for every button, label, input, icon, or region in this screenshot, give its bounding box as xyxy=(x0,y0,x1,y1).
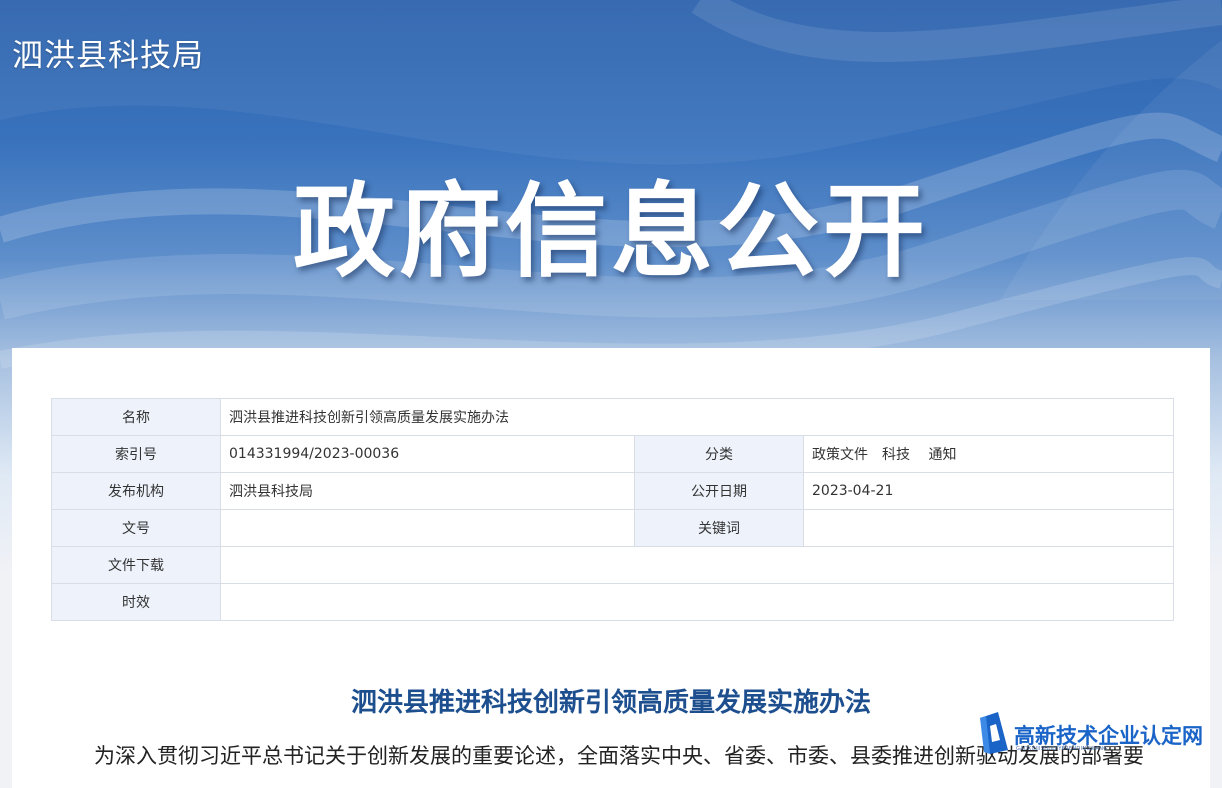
date-value: 2023-04-21 xyxy=(803,472,1174,510)
table-row: 文号 关键词 xyxy=(51,509,1174,547)
publisher-label: 发布机构 xyxy=(51,472,221,510)
watermark-subtext: GAOXINJISHUQIYERENDINGWANG xyxy=(1016,746,1108,752)
index-value: 014331994/2023-00036 xyxy=(220,435,635,473)
category-value: 政策文件 科技 通知 xyxy=(803,435,1174,473)
table-row: 索引号 014331994/2023-00036 分类 政策文件 科技 通知 xyxy=(51,435,1174,473)
date-label: 公开日期 xyxy=(634,472,804,510)
docno-value xyxy=(220,509,635,547)
download-label: 文件下载 xyxy=(51,546,221,584)
name-label: 名称 xyxy=(51,398,221,436)
site-name[interactable]: 泗洪县科技局 xyxy=(12,30,204,75)
keywords-value xyxy=(803,509,1174,547)
docno-label: 文号 xyxy=(51,509,221,547)
publisher-value: 泗洪县科技局 xyxy=(220,472,635,510)
index-label: 索引号 xyxy=(51,435,221,473)
site-watermark: 高新技术企业认定网 GAOXINJISHUQIYERENDINGWANG xyxy=(972,708,1222,759)
category-label: 分类 xyxy=(634,435,804,473)
keywords-label: 关键词 xyxy=(634,509,804,547)
table-row: 发布机构 泗洪县科技局 公开日期 2023-04-21 xyxy=(51,472,1174,510)
download-value[interactable] xyxy=(220,546,1174,584)
a-logo-icon xyxy=(980,712,1008,754)
name-value: 泗洪县推进科技创新引领高质量发展实施办法 xyxy=(220,398,1174,436)
table-row: 名称 泗洪县推进科技创新引领高质量发展实施办法 xyxy=(51,398,1174,436)
table-row: 文件下载 xyxy=(51,546,1174,584)
table-row: 时效 xyxy=(51,583,1174,621)
document-info-table: 名称 泗洪县推进科技创新引领高质量发展实施办法 索引号 014331994/20… xyxy=(51,398,1174,621)
validity-label: 时效 xyxy=(51,583,221,621)
validity-value xyxy=(220,583,1174,621)
banner-title: 政府信息公开 xyxy=(293,173,929,292)
